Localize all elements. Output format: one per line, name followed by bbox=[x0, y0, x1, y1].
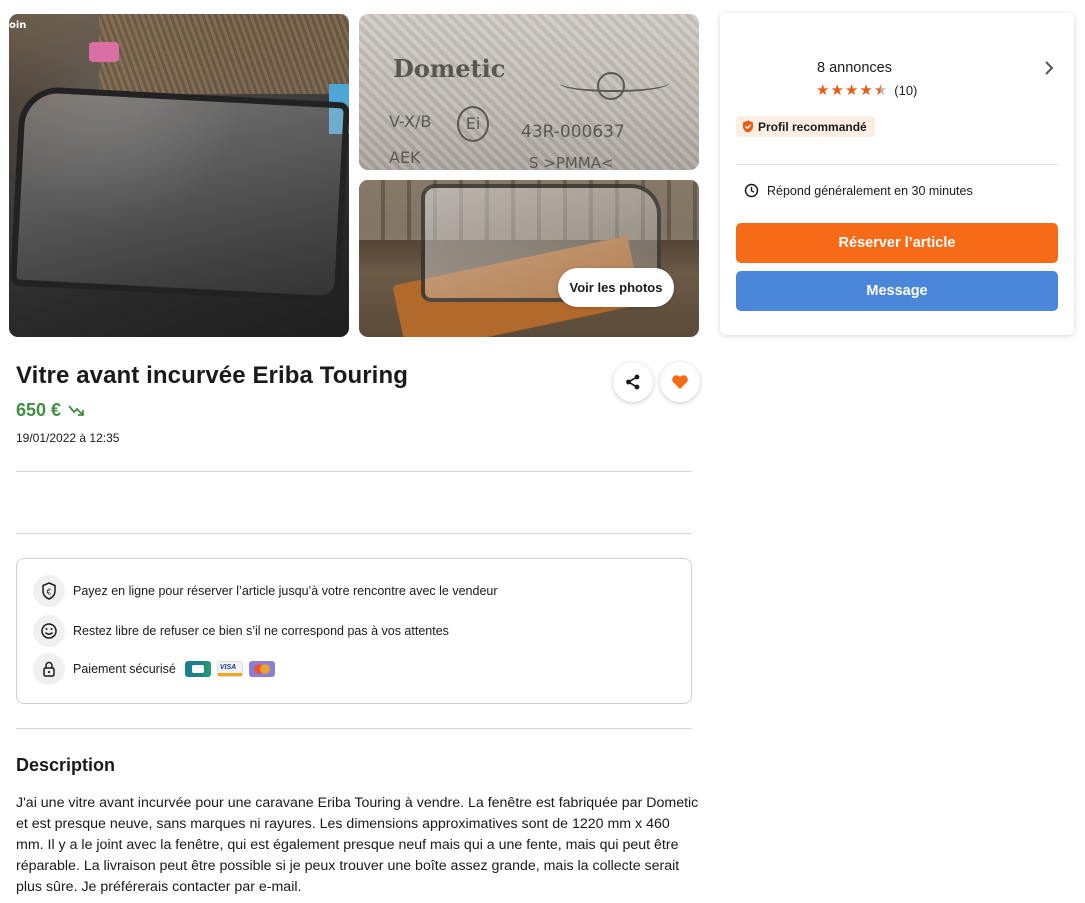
listing-date: 19/01/2022 à 12:35 bbox=[16, 431, 120, 445]
divider bbox=[16, 533, 692, 534]
photo-label-line2: AEK bbox=[389, 148, 421, 167]
trend-down-icon bbox=[68, 405, 84, 416]
photo-corner-label: oin bbox=[9, 20, 27, 31]
main-photo[interactable]: oin bbox=[9, 14, 349, 337]
badge-label: Profil recommandé bbox=[758, 119, 867, 134]
rating-count: (10) bbox=[894, 83, 918, 98]
window-photo[interactable] bbox=[359, 180, 699, 337]
description-heading: Description bbox=[16, 755, 116, 775]
shield-check-icon bbox=[743, 120, 753, 133]
divider bbox=[16, 471, 692, 472]
info-pay-online-text: Payez en ligne pour réserver l’article j… bbox=[73, 584, 498, 598]
cb-card-icon bbox=[184, 661, 211, 677]
reserve-button[interactable]: Réserver l’article bbox=[736, 223, 1058, 263]
photo-brand-text: Dometic bbox=[393, 54, 506, 83]
info-free-to-refuse-text: Restez libre de refuser ce bien s’il ne … bbox=[73, 624, 449, 638]
svg-text:€: € bbox=[46, 588, 51, 597]
star-icon: ★ bbox=[830, 81, 844, 99]
share-icon bbox=[626, 374, 640, 390]
info-secure-payment-text: Paiement sécurisé bbox=[73, 662, 176, 676]
divider bbox=[16, 728, 692, 729]
photo-label-code: 43R-000637 bbox=[521, 122, 625, 142]
description-body: J'ai une vitre avant incurvée pour une c… bbox=[16, 795, 699, 895]
seller-panel: 8 annonces ★ ★ ★ ★ ★ (10) Profil recomma… bbox=[720, 13, 1074, 335]
mastercard-icon bbox=[248, 661, 275, 677]
listing-title: Vitre avant incurvée Eriba Touring bbox=[16, 362, 408, 389]
euro-shield-icon: € bbox=[33, 575, 65, 607]
divider bbox=[736, 164, 1058, 165]
label-photo[interactable]: Dometic V-X/B Ei 43R-000637 AEK S >PMMA< bbox=[359, 14, 699, 170]
photo-label-code2: S >PMMA< bbox=[529, 154, 614, 170]
see-photos-button[interactable]: Voir les photos bbox=[558, 268, 674, 307]
info-row-free-to-refuse: Restez libre de refuser ce bien s’il ne … bbox=[33, 615, 449, 647]
info-row-pay-online: € Payez en ligne pour réserver l’article… bbox=[33, 575, 498, 607]
photo-approval-mark: Ei bbox=[457, 106, 489, 142]
clock-icon bbox=[744, 183, 759, 198]
heart-icon bbox=[672, 375, 688, 389]
listing-price: 650 € bbox=[16, 400, 62, 420]
info-row-secure-payment: Paiement sécurisé bbox=[33, 653, 275, 685]
visa-card-icon bbox=[216, 661, 243, 677]
share-button[interactable] bbox=[613, 362, 653, 402]
favorite-button[interactable] bbox=[660, 362, 700, 402]
photo-label-line1: V-X/B bbox=[389, 112, 432, 131]
star-half-icon: ★ bbox=[873, 81, 888, 99]
seller-rating: ★ ★ ★ ★ ★ (10) bbox=[816, 81, 918, 99]
star-icon: ★ bbox=[816, 81, 830, 99]
chevron-right-icon[interactable] bbox=[1040, 59, 1058, 77]
star-icon: ★ bbox=[859, 81, 873, 99]
smiley-icon bbox=[33, 615, 65, 647]
lock-icon bbox=[33, 653, 65, 685]
payment-info-box: € Payez en ligne pour réserver l’article… bbox=[16, 558, 692, 704]
message-button[interactable]: Message bbox=[736, 271, 1058, 311]
seller-listings-count[interactable]: 8 annonces bbox=[817, 60, 892, 76]
response-time: Répond généralement en 30 minutes bbox=[744, 183, 973, 198]
recommended-badge: Profil recommandé bbox=[736, 116, 875, 137]
star-icon: ★ bbox=[844, 81, 859, 99]
response-time-text: Répond généralement en 30 minutes bbox=[767, 183, 973, 198]
